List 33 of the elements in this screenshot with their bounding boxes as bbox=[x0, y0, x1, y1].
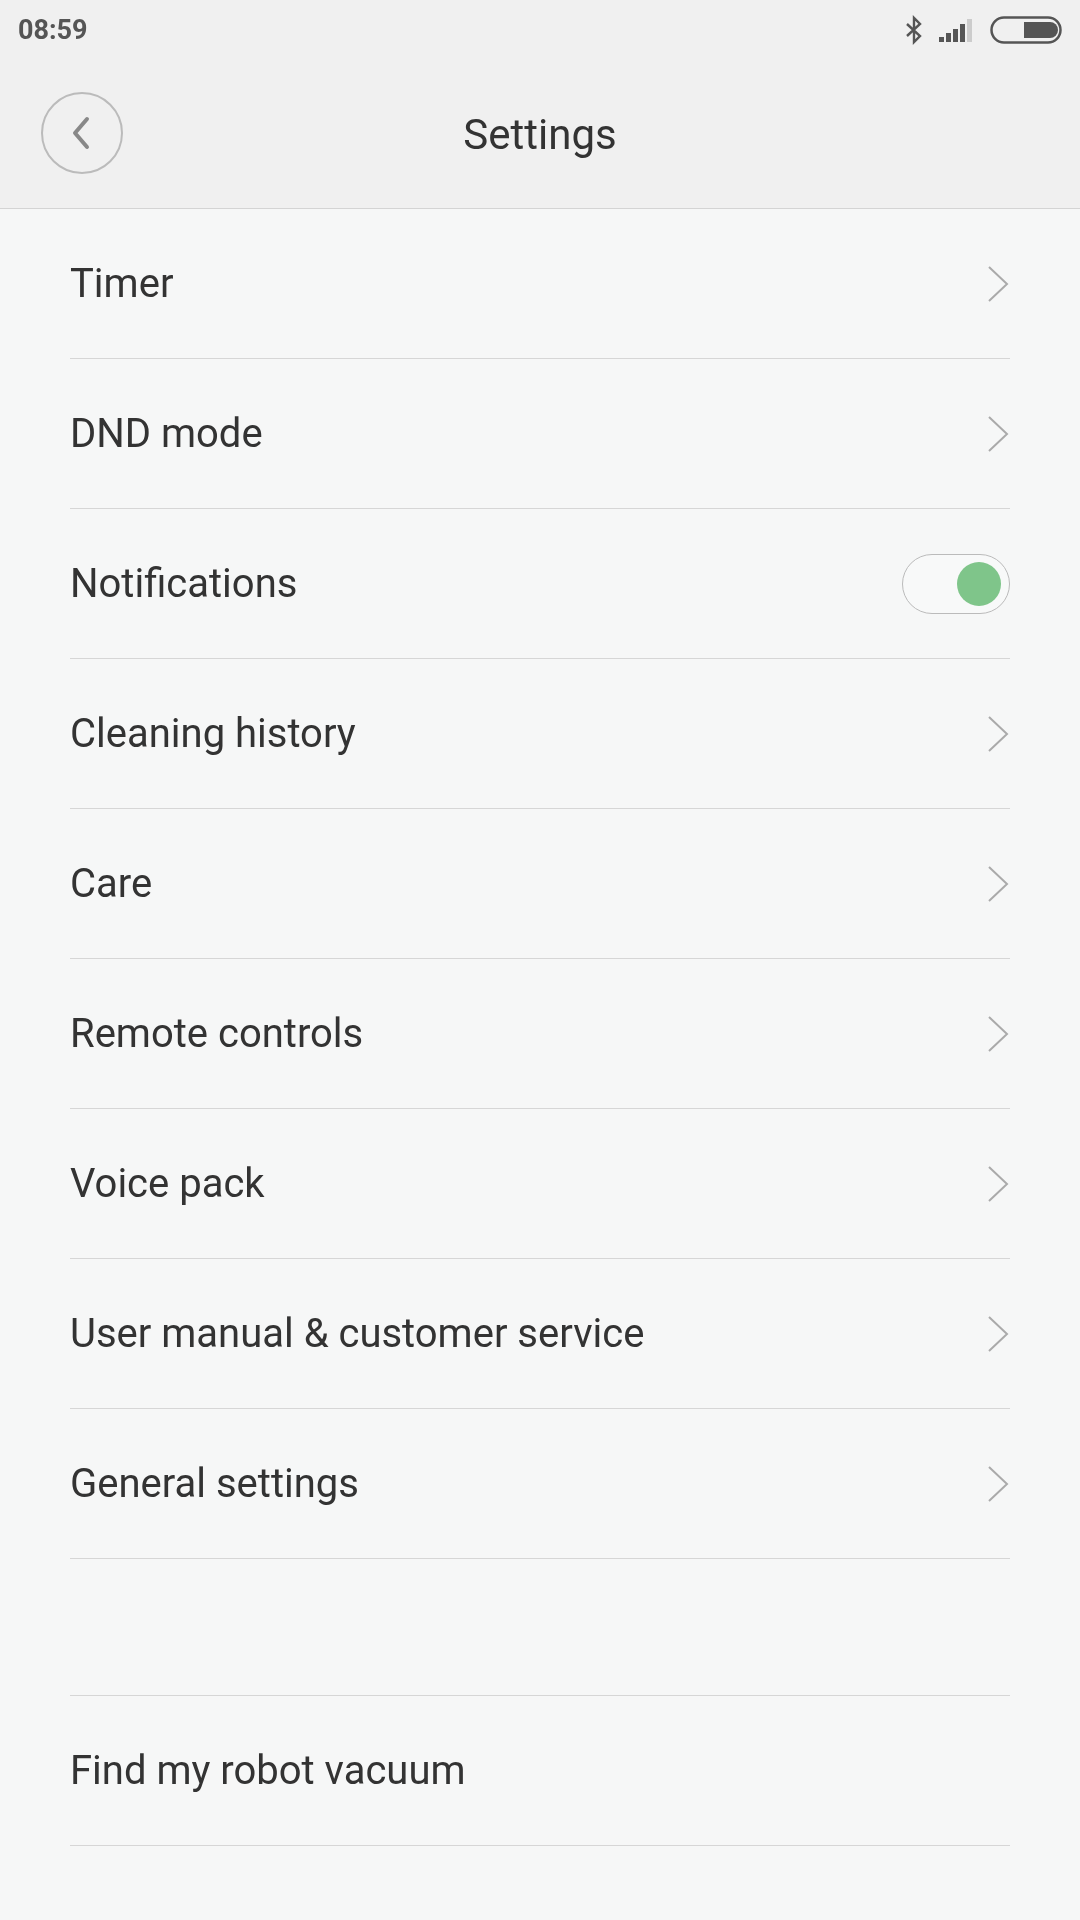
chevron-icon bbox=[986, 863, 1010, 904]
settings-row[interactable]: Timer bbox=[70, 209, 1010, 359]
settings-row[interactable]: Notifications bbox=[70, 509, 1010, 659]
settings-row[interactable]: Remote controls bbox=[70, 959, 1010, 1109]
chevron-icon bbox=[986, 413, 1010, 454]
chevron-icon bbox=[986, 1163, 1010, 1204]
row-label: Voice pack bbox=[70, 1160, 265, 1207]
settings-row[interactable]: Cleaning history bbox=[70, 659, 1010, 809]
status-time: 08:59 bbox=[18, 14, 88, 46]
settings-row[interactable]: DND mode bbox=[70, 359, 1010, 509]
settings-row[interactable]: Care bbox=[70, 809, 1010, 959]
settings-row[interactable]: Voice pack bbox=[70, 1109, 1010, 1259]
row-label: Find my robot vacuum bbox=[70, 1747, 466, 1794]
row-label: Remote controls bbox=[70, 1010, 364, 1057]
page-title: Settings bbox=[463, 109, 617, 159]
chevron-icon bbox=[986, 713, 1010, 754]
settings-row[interactable]: User manual & customer service bbox=[70, 1259, 1010, 1409]
settings-row[interactable]: Find my robot vacuum bbox=[70, 1696, 1010, 1846]
row-label: User manual & customer service bbox=[70, 1310, 645, 1357]
row-label: Notifications bbox=[70, 560, 298, 607]
row-label: Cleaning history bbox=[70, 710, 356, 757]
settings-row[interactable]: General settings bbox=[70, 1409, 1010, 1559]
chevron-icon bbox=[986, 1463, 1010, 1504]
row-label: General settings bbox=[70, 1460, 359, 1507]
bluetooth-icon bbox=[904, 15, 924, 45]
chevron-icon bbox=[986, 1013, 1010, 1054]
back-button[interactable] bbox=[41, 92, 123, 174]
row-label: Timer bbox=[70, 260, 174, 307]
row-label: DND mode bbox=[70, 410, 263, 457]
row-label: Care bbox=[70, 860, 153, 907]
battery-icon bbox=[990, 16, 1062, 44]
chevron-icon bbox=[986, 263, 1010, 304]
chevron-icon bbox=[986, 1313, 1010, 1354]
